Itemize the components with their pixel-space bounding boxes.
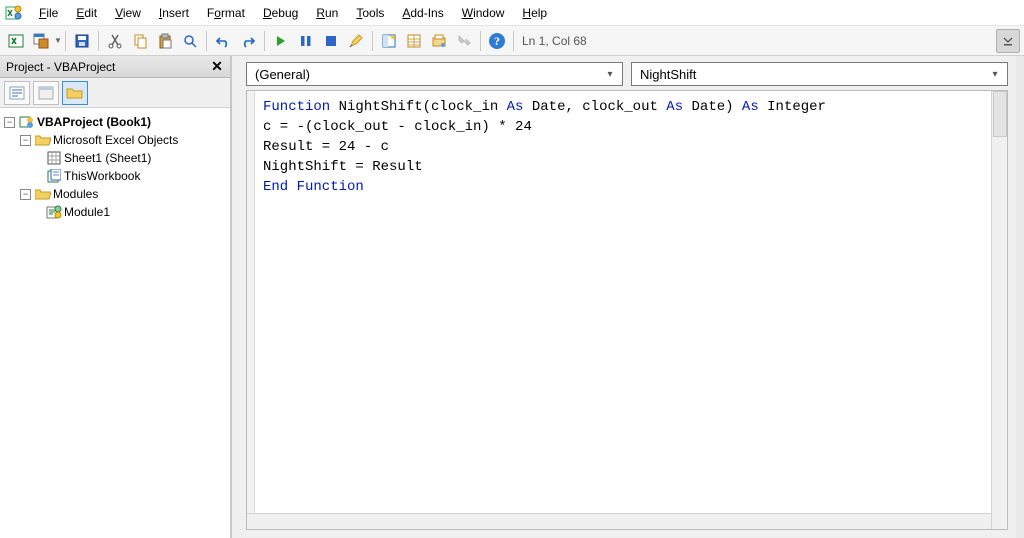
main-area: Project - VBAProject ✕ − VBAProject (Boo…	[0, 56, 1024, 538]
tree-root-label: VBAProject (Book1)	[37, 115, 151, 129]
project-pane-title: Project - VBAProject	[6, 60, 115, 74]
properties-window-icon[interactable]	[402, 29, 426, 53]
code-combo-row: (General) ▾ NightShift ▾	[232, 56, 1016, 90]
mdi-gutter	[1016, 56, 1024, 538]
toggle-folders-icon[interactable]	[62, 81, 88, 105]
menu-view[interactable]: View	[106, 3, 150, 23]
tree-label: Microsoft Excel Objects	[53, 133, 178, 147]
project-pane-toolbar	[0, 78, 230, 108]
svg-text:?: ?	[494, 34, 500, 48]
menu-items: FileEditViewInsertFormatDebugRunToolsAdd…	[30, 3, 556, 23]
tree-label: Sheet1 (Sheet1)	[64, 151, 151, 165]
collapse-icon[interactable]: −	[4, 117, 15, 128]
menu-edit[interactable]: Edit	[67, 3, 106, 23]
insert-userform-icon[interactable]	[29, 29, 53, 53]
separator	[65, 31, 66, 51]
save-icon[interactable]	[70, 29, 94, 53]
separator	[372, 31, 373, 51]
find-icon[interactable]	[178, 29, 202, 53]
tree-folder-excel-objects[interactable]: − Microsoft Excel Objects	[2, 131, 228, 149]
undo-icon[interactable]	[211, 29, 235, 53]
menu-debug[interactable]: Debug	[254, 3, 307, 23]
scroll-splitter[interactable]	[993, 91, 1007, 137]
separator	[264, 31, 265, 51]
code-editor[interactable]: Function NightShift(clock_in As Date, cl…	[246, 90, 1008, 530]
code-margin	[247, 91, 255, 513]
chevron-down-icon: ▾	[602, 66, 618, 82]
separator	[206, 31, 207, 51]
horizontal-scrollbar[interactable]	[247, 513, 991, 529]
module-icon	[46, 204, 62, 220]
copy-icon[interactable]	[128, 29, 152, 53]
reset-icon[interactable]	[319, 29, 343, 53]
view-code-icon[interactable]	[4, 81, 30, 105]
toolbox-icon[interactable]	[452, 29, 476, 53]
run-icon[interactable]	[269, 29, 293, 53]
app-icon	[4, 3, 24, 23]
tree-label: Modules	[53, 187, 98, 201]
tree-folder-modules[interactable]: − Modules	[2, 185, 228, 203]
menu-add-ins[interactable]: Add-Ins	[393, 3, 452, 23]
menu-insert[interactable]: Insert	[150, 3, 198, 23]
design-mode-icon[interactable]	[344, 29, 368, 53]
help-icon[interactable]: ?	[485, 29, 509, 53]
tree-item-thisworkbook[interactable]: ThisWorkbook	[2, 167, 228, 185]
object-browser-icon[interactable]	[427, 29, 451, 53]
project-explorer-icon[interactable]	[377, 29, 401, 53]
code-area: (General) ▾ NightShift ▾ Function NightS…	[232, 56, 1016, 538]
menu-tools[interactable]: Tools	[347, 3, 393, 23]
toolbar: ▼ ?	[0, 26, 1024, 56]
project-explorer-pane: Project - VBAProject ✕ − VBAProject (Boo…	[0, 56, 232, 538]
tree-item-module1[interactable]: Module1	[2, 203, 228, 221]
procedure-combo[interactable]: NightShift ▾	[631, 62, 1008, 86]
worksheet-icon	[46, 150, 62, 166]
vertical-scrollbar[interactable]	[991, 91, 1007, 529]
separator	[513, 31, 514, 51]
procedure-combo-value: NightShift	[640, 67, 696, 82]
cursor-position-label: Ln 1, Col 68	[518, 31, 598, 51]
excel-icon[interactable]	[4, 29, 28, 53]
separator	[98, 31, 99, 51]
chevron-down-icon: ▾	[987, 66, 1003, 82]
menu-help[interactable]: Help	[513, 3, 556, 23]
view-object-icon[interactable]	[33, 81, 59, 105]
menu-format[interactable]: Format	[198, 3, 254, 23]
collapse-icon[interactable]: −	[20, 189, 31, 200]
code-content[interactable]: Function NightShift(clock_in As Date, cl…	[257, 93, 991, 511]
menu-run[interactable]: Run	[307, 3, 347, 23]
workbook-icon	[46, 168, 62, 184]
break-icon[interactable]	[294, 29, 318, 53]
folder-open-icon	[35, 186, 51, 202]
cut-icon[interactable]	[103, 29, 127, 53]
object-combo-value: (General)	[255, 67, 310, 82]
separator	[480, 31, 481, 51]
dropdown-arrow-icon[interactable]: ▼	[54, 36, 61, 45]
menu-window[interactable]: Window	[453, 3, 514, 23]
folder-open-icon	[35, 132, 51, 148]
tree-root[interactable]: − VBAProject (Book1)	[2, 113, 228, 131]
paste-icon[interactable]	[153, 29, 177, 53]
project-tree[interactable]: − VBAProject (Book1) − Microsoft Excel O…	[0, 108, 230, 538]
close-icon[interactable]: ✕	[208, 59, 226, 75]
menu-bar: FileEditViewInsertFormatDebugRunToolsAdd…	[0, 0, 1024, 26]
tree-item-sheet1[interactable]: Sheet1 (Sheet1)	[2, 149, 228, 167]
tree-label: ThisWorkbook	[64, 169, 140, 183]
collapse-icon[interactable]: −	[20, 135, 31, 146]
menu-file[interactable]: File	[30, 3, 67, 23]
object-combo[interactable]: (General) ▾	[246, 62, 623, 86]
tree-label: Module1	[64, 205, 110, 219]
redo-icon[interactable]	[236, 29, 260, 53]
vba-project-icon	[19, 114, 35, 130]
project-pane-title-bar: Project - VBAProject ✕	[0, 56, 230, 78]
toolbar-overflow-icon[interactable]	[996, 29, 1020, 53]
